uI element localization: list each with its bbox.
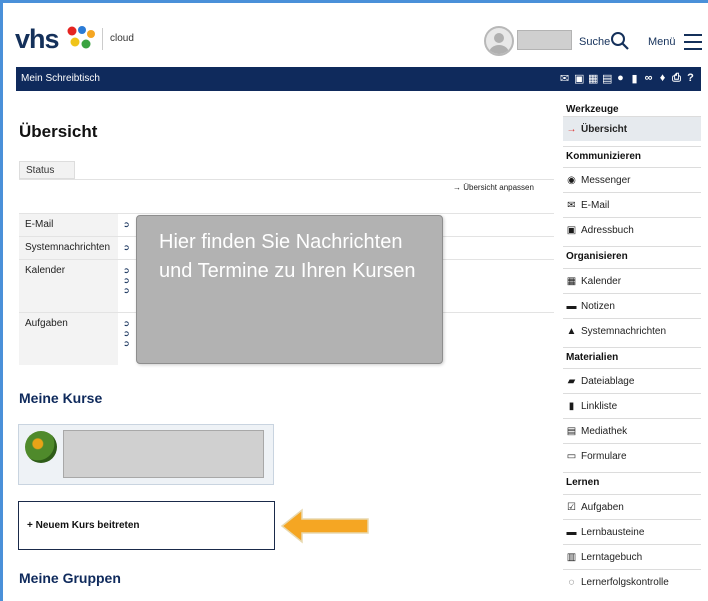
addressbook-icon: ▣ — [566, 224, 577, 236]
media-icon: ▤ — [566, 425, 577, 437]
sidebar-item-learning-diary[interactable]: ▥ Lerntagebuch — [563, 544, 701, 569]
sidebar-item-label: Übersicht — [581, 123, 628, 135]
warning-icon: ▲ — [566, 325, 577, 337]
folder-icon: ▰ — [567, 375, 576, 387]
cloud-label: cloud — [110, 33, 134, 44]
link-icon[interactable]: ∞ — [644, 72, 653, 85]
sidebar-item-system-messages[interactable]: ▲ Systemnachrichten — [563, 318, 701, 343]
notes-icon: ▬ — [566, 300, 577, 312]
sidebar-item-forms[interactable]: ▭ Formulare — [563, 443, 701, 468]
navbar-title[interactable]: Mein Schreibtisch — [21, 73, 100, 84]
sidebar-item-label: Notizen — [581, 300, 615, 312]
sidebar-item-media-library[interactable]: ▤ Mediathek — [563, 418, 701, 443]
sidebar-item-label: Aufgaben — [581, 501, 624, 513]
messenger-icon: ◉ — [567, 174, 576, 186]
sidebar-item-addressbook[interactable]: ▣ Adressbuch — [563, 217, 701, 242]
search-icon[interactable] — [610, 31, 630, 51]
sidebar-item-label: Linkliste — [581, 400, 618, 412]
course-thumbnail — [25, 431, 57, 463]
sidebar-item-progress-check[interactable]: ◌ Lernerfolgskontrolle — [563, 569, 701, 594]
sidebar-item-label: Formulare — [581, 450, 627, 462]
module-icon: ▬ — [566, 526, 577, 538]
sidebar-item-label: Kalender — [581, 275, 622, 287]
sidebar-item-label: Systemnachrichten — [581, 325, 667, 337]
navbar-icon-group: ✉ ▣ ▦ ▤ ● ▮ ∞ ♦ ⎙ ? — [560, 72, 695, 85]
sidebar-item-label: Messenger — [581, 174, 631, 186]
user-avatar[interactable] — [484, 26, 514, 56]
sidebar-heading-learn: Lernen — [563, 472, 701, 492]
hamburger-menu-icon[interactable] — [684, 34, 702, 50]
menu-label[interactable]: Menü — [648, 36, 676, 48]
my-groups-heading: Meine Gruppen — [19, 570, 121, 586]
sidebar-item-notes[interactable]: ▬ Notizen — [563, 293, 701, 318]
arrow-circle-icon[interactable]: ➲ ➲ ➲ — [123, 319, 130, 349]
arrow-circle-icon[interactable]: ➲ — [123, 243, 130, 253]
sidebar-item-label: E-Mail — [581, 199, 610, 211]
calendar-icon: ▦ — [566, 275, 577, 287]
notes-icon[interactable]: ▤ — [602, 72, 612, 85]
info-tooltip: Hier finden Sie Nachrichten und Termine … — [136, 215, 443, 364]
diary-icon: ▥ — [566, 551, 577, 563]
sidebar-item-label: Adressbuch — [581, 224, 634, 236]
bookmark-icon[interactable]: ▮ — [630, 72, 639, 85]
sidebar-item-file-storage[interactable]: ▰ Dateiablage — [563, 368, 701, 393]
customize-overview-link[interactable]: Übersicht anpassen — [453, 183, 534, 192]
print-icon[interactable]: ⎙ — [672, 72, 681, 85]
sidebar-item-calendar[interactable]: ▦ Kalender — [563, 268, 701, 293]
course-card[interactable] — [18, 424, 274, 485]
sidebar-item-label: Mediathek — [581, 425, 628, 437]
sidebar-item-label: Dateiablage — [581, 375, 635, 387]
user-icon[interactable]: ● — [616, 72, 625, 85]
bookmark-icon: ▮ — [568, 400, 575, 412]
sidebar-item-learning-modules[interactable]: ▬ Lernbausteine — [563, 519, 701, 544]
my-courses-heading: Meine Kurse — [19, 390, 103, 406]
sidebar-item-tasks[interactable]: ☑ Aufgaben — [563, 494, 701, 519]
sidebar-item-messenger[interactable]: ◉ Messenger — [563, 167, 701, 192]
page-title: Übersicht — [19, 122, 98, 141]
join-course-box[interactable]: + Neuem Kurs beitreten — [18, 501, 275, 550]
location-icon[interactable]: ♦ — [658, 72, 667, 85]
sidebar-item-label: Lernerfolgskontrolle — [581, 576, 669, 588]
mail-icon: ✉ — [567, 199, 576, 211]
help-icon[interactable]: ? — [686, 72, 695, 85]
pointer-arrow-icon — [280, 508, 369, 544]
sidebar-item-overview[interactable]: → Übersicht — [563, 116, 701, 141]
sidebar-item-email[interactable]: ✉ E-Mail — [563, 192, 701, 217]
sidebar-item-label: Lernbausteine — [581, 526, 645, 538]
status-row-label: Kalender — [19, 260, 118, 312]
mail-icon[interactable]: ✉ — [560, 72, 569, 85]
top-header — [3, 3, 708, 66]
sidebar-heading-organize: Organisieren — [563, 246, 701, 266]
search-label[interactable]: Suche — [579, 36, 610, 48]
arrow-right-icon: → — [566, 123, 577, 135]
desk-navbar: Mein Schreibtisch ✉ ▣ ▦ ▤ ● ▮ ∞ ♦ ⎙ ? — [16, 67, 701, 91]
checkbox-icon: ☑ — [567, 501, 576, 513]
tab-status[interactable]: Status — [19, 161, 75, 179]
messenger-icon[interactable]: ▣ — [574, 72, 584, 85]
form-icon: ▭ — [566, 450, 577, 462]
username-redacted[interactable] — [517, 30, 572, 50]
sidebar-item-label: Lerntagebuch — [581, 551, 643, 563]
sidebar-item-link-list[interactable]: ▮ Linkliste — [563, 393, 701, 418]
progress-icon: ◌ — [568, 576, 575, 588]
calendar-icon[interactable]: ▦ — [588, 72, 598, 85]
status-row-label: Systemnachrichten — [19, 237, 118, 259]
arrow-circle-icon[interactable]: ➲ ➲ ➲ — [123, 266, 130, 296]
vhs-logo[interactable]: vhs — [15, 24, 60, 55]
course-name-redacted — [63, 430, 264, 478]
vhs-logo-dots-icon — [67, 26, 95, 49]
sidebar-heading-materials: Materialien — [563, 347, 701, 367]
tab-divider — [19, 179, 554, 180]
status-row-label: Aufgaben — [19, 313, 118, 365]
status-row-label: E-Mail — [19, 214, 118, 236]
sidebar-heading-communicate: Kommunizieren — [563, 146, 701, 166]
logo-divider — [102, 28, 103, 50]
join-course-button[interactable]: + Neuem Kurs beitreten — [27, 520, 140, 531]
arrow-circle-icon[interactable]: ➲ — [123, 220, 130, 230]
